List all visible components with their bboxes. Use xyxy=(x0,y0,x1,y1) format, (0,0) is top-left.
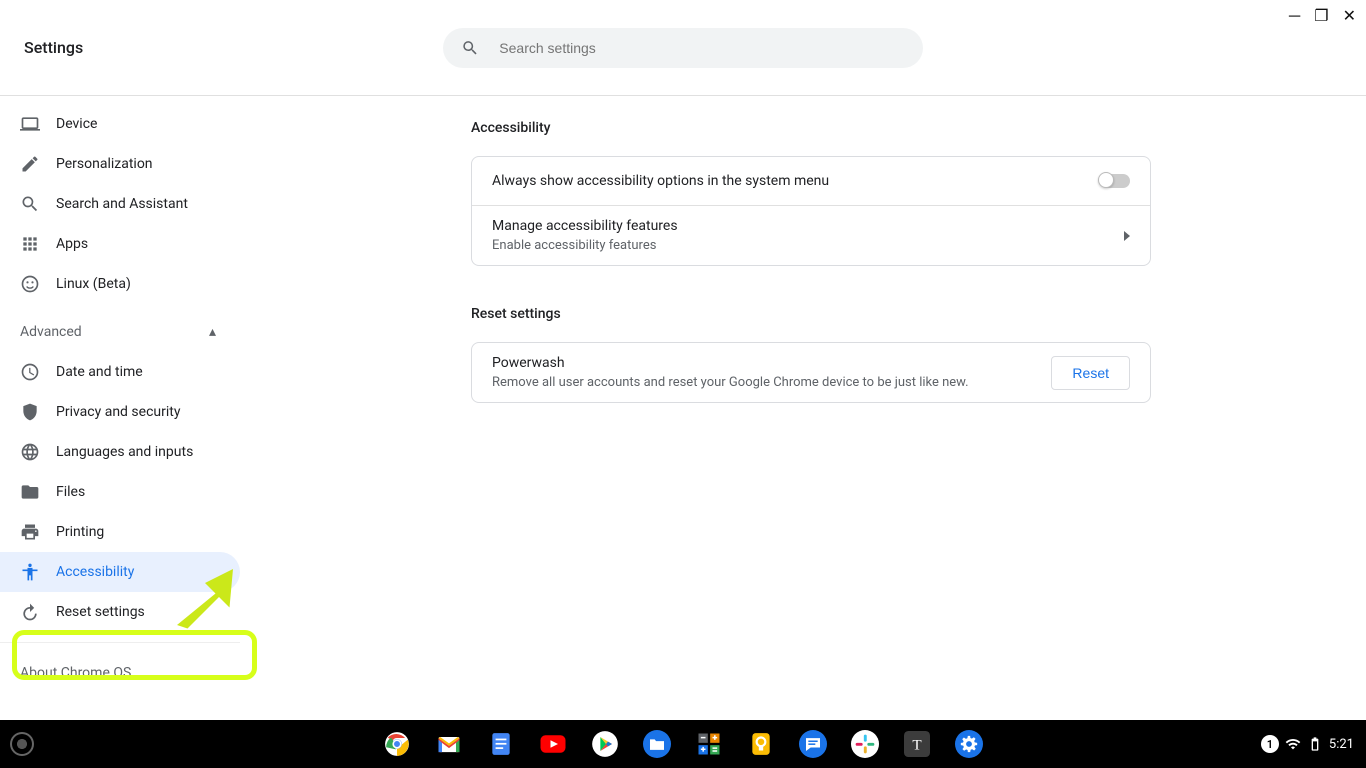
shelf-app-slack[interactable] xyxy=(850,729,880,759)
shelf-app-youtube[interactable] xyxy=(538,729,568,759)
sidebar-item-label: Linux (Beta) xyxy=(56,276,131,292)
sidebar-item-label: Privacy and security xyxy=(56,404,180,420)
personalization-icon xyxy=(20,154,40,174)
header: Settings xyxy=(0,0,1366,96)
sidebar-item-label: Reset settings xyxy=(56,604,145,620)
status-area[interactable]: 1 5:21 xyxy=(1261,735,1354,753)
sidebar-item-label: Search and Assistant xyxy=(56,196,188,212)
row-manage-a11y[interactable]: Manage accessibility features Enable acc… xyxy=(472,205,1150,265)
search-assistant-icon xyxy=(20,194,40,214)
sidebar-item-label: Personalization xyxy=(56,156,153,172)
accessibility-icon xyxy=(20,562,40,582)
sidebar: Device Personalization Search and Assistan… xyxy=(0,96,256,720)
sidebar-item-label: Device xyxy=(56,116,97,132)
sidebar-item-privacy[interactable]: Privacy and security xyxy=(0,392,240,432)
wifi-icon xyxy=(1285,736,1301,752)
toggle-always-show-a11y[interactable] xyxy=(1100,174,1130,188)
shelf: T 1 5:21 xyxy=(0,720,1366,768)
sidebar-section-advanced[interactable]: Advanced ▴ xyxy=(0,312,240,352)
linux-icon xyxy=(20,274,40,294)
row-label: Powerwash xyxy=(492,355,969,371)
date-time-icon xyxy=(20,362,40,382)
row-label: Always show accessibility options in the… xyxy=(492,173,829,189)
sidebar-item-personalization[interactable]: Personalization xyxy=(0,144,240,184)
shelf-app-play[interactable] xyxy=(590,729,620,759)
apps-icon xyxy=(20,234,40,254)
page-title: Settings xyxy=(24,38,83,57)
sidebar-item-date-time[interactable]: Date and time xyxy=(0,352,240,392)
shelf-app-keep[interactable] xyxy=(746,729,776,759)
sidebar-item-languages[interactable]: Languages and inputs xyxy=(0,432,240,472)
sidebar-item-label: Apps xyxy=(56,236,88,252)
reset-button[interactable]: Reset xyxy=(1051,356,1130,390)
privacy-icon xyxy=(20,402,40,422)
sidebar-item-label: About Chrome OS xyxy=(20,665,131,681)
shelf-app-gmail[interactable] xyxy=(434,729,464,759)
row-always-show-a11y[interactable]: Always show accessibility options in the… xyxy=(472,157,1150,205)
search-field[interactable] xyxy=(443,28,923,68)
sidebar-item-label: Printing xyxy=(56,524,104,540)
sidebar-item-accessibility[interactable]: Accessibility xyxy=(0,552,240,592)
battery-icon xyxy=(1307,736,1323,752)
clock: 5:21 xyxy=(1329,737,1354,752)
sidebar-item-device[interactable]: Device xyxy=(0,104,240,144)
files-icon xyxy=(20,482,40,502)
section-title-accessibility: Accessibility xyxy=(471,120,1151,136)
search-input[interactable] xyxy=(499,40,905,56)
sidebar-item-reset[interactable]: Reset settings xyxy=(0,592,240,632)
sidebar-item-apps[interactable]: Apps xyxy=(0,224,240,264)
reset-icon xyxy=(20,602,40,622)
chevron-up-icon: ▴ xyxy=(209,324,216,340)
sidebar-item-printing[interactable]: Printing xyxy=(0,512,240,552)
shelf-app-chrome[interactable] xyxy=(382,729,412,759)
sidebar-item-about[interactable]: About Chrome OS xyxy=(0,653,240,693)
shelf-app-files[interactable] xyxy=(642,729,672,759)
content: Accessibility Always show accessibility … xyxy=(256,96,1366,720)
sidebar-item-label: Languages and inputs xyxy=(56,444,193,460)
search-icon xyxy=(461,38,479,58)
section-title-reset: Reset settings xyxy=(471,306,1151,322)
notification-count-badge[interactable]: 1 xyxy=(1261,735,1279,753)
shelf-app-text[interactable]: T xyxy=(902,729,932,759)
shelf-app-calculator[interactable] xyxy=(694,729,724,759)
sidebar-item-linux[interactable]: Linux (Beta) xyxy=(0,264,240,304)
shelf-app-settings[interactable] xyxy=(954,729,984,759)
sidebar-item-files[interactable]: Files xyxy=(0,472,240,512)
svg-text:T: T xyxy=(912,736,921,753)
row-label: Manage accessibility features xyxy=(492,218,678,234)
reset-card: Powerwash Remove all user accounts and r… xyxy=(471,342,1151,403)
shelf-app-docs[interactable] xyxy=(486,729,516,759)
accessibility-card: Always show accessibility options in the… xyxy=(471,156,1151,266)
row-subtitle: Remove all user accounts and reset your … xyxy=(492,375,969,390)
sidebar-section-label: Advanced xyxy=(20,324,82,340)
row-powerwash: Powerwash Remove all user accounts and r… xyxy=(472,343,1150,402)
sidebar-item-label: Date and time xyxy=(56,364,143,380)
sidebar-item-search-assistant[interactable]: Search and Assistant xyxy=(0,184,240,224)
launcher-button[interactable] xyxy=(10,732,34,756)
shelf-app-messages[interactable] xyxy=(798,729,828,759)
device-icon xyxy=(20,114,40,134)
sidebar-item-label: Accessibility xyxy=(56,564,134,580)
languages-icon xyxy=(20,442,40,462)
sidebar-item-label: Files xyxy=(56,484,85,500)
row-subtitle: Enable accessibility features xyxy=(492,238,678,253)
chevron-right-icon xyxy=(1124,231,1130,241)
shelf-apps: T xyxy=(382,729,984,759)
printing-icon xyxy=(20,522,40,542)
